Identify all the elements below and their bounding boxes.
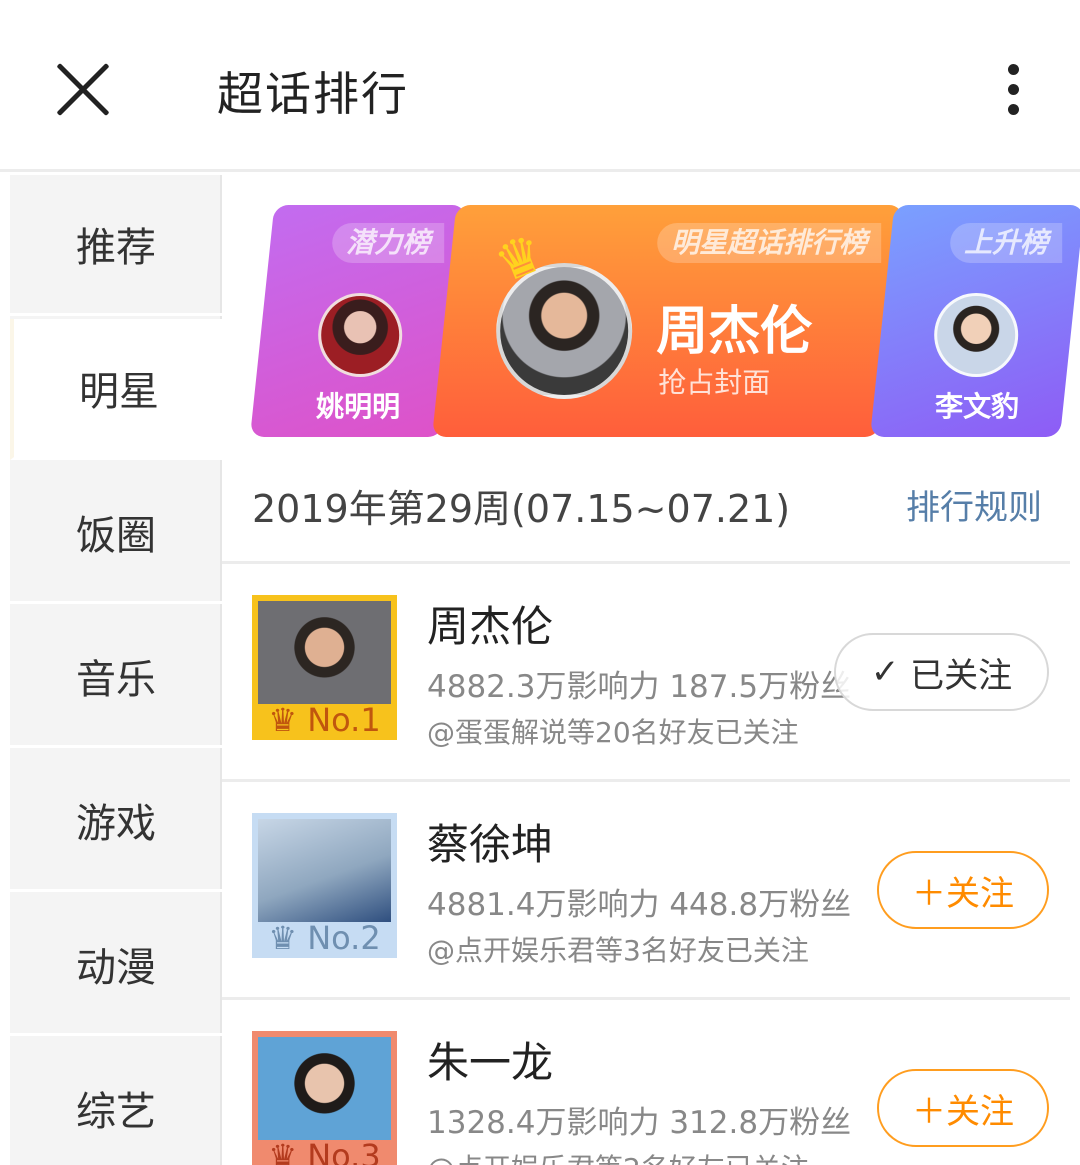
card-subtitle: 抢占封面 xyxy=(658,366,771,399)
star-ranking-card[interactable]: 明星超话排行榜 ♛ 周杰伦 抢占封面 xyxy=(432,205,904,437)
rank-badge: ♛ No.3 xyxy=(252,1136,397,1165)
followed-button[interactable]: ✓ 已关注 xyxy=(834,633,1049,711)
follow-button[interactable]: ＋关注 xyxy=(877,1069,1049,1147)
table-row[interactable]: ♛ No.2 蔡徐坤 4881.4万影响力 448.8万粉丝 @点开娱乐君等3名… xyxy=(222,781,1070,997)
avatar xyxy=(258,819,391,922)
influence-stats: 4881.4万影响力 448.8万粉丝 xyxy=(427,887,852,923)
friends-following: @点开娱乐君等2名好友已关注 xyxy=(427,1147,809,1165)
friends-following: @蛋蛋解说等20名好友已关注 xyxy=(427,716,799,749)
table-row[interactable]: ♛ No.3 朱一龙 1328.4万影响力 312.8万粉丝 @点开娱乐君等2名… xyxy=(222,999,1070,1165)
sidebar-item-recommend[interactable]: 推荐 xyxy=(10,175,222,316)
button-label: 关注 xyxy=(946,873,1014,914)
plus-icon: ＋ xyxy=(912,1091,946,1132)
rank-thumbnail: ♛ No.1 xyxy=(252,595,397,740)
close-icon[interactable] xyxy=(52,58,114,120)
rank-badge: ♛ No.2 xyxy=(252,918,397,958)
rank-label: No.3 xyxy=(307,1137,381,1165)
card-name: 周杰伦 xyxy=(656,302,813,362)
check-icon: ✓ xyxy=(870,652,900,692)
avatar xyxy=(318,293,403,377)
influence-stats: 1328.4万影响力 312.8万粉丝 xyxy=(427,1105,852,1141)
more-options-icon[interactable] xyxy=(996,60,1032,120)
star-name: 朱一龙 xyxy=(427,1038,554,1087)
card-tag: 明星超话排行榜 xyxy=(657,223,882,263)
avatar xyxy=(934,293,1019,377)
crown-icon: ♛ xyxy=(486,222,553,296)
crown-icon: ♛ xyxy=(268,1137,298,1165)
table-row[interactable]: ♛ No.1 周杰伦 4882.3万影响力 187.5万粉丝 @蛋蛋解说等20名… xyxy=(222,563,1070,779)
avatar xyxy=(258,601,391,704)
rank-badge: ♛ No.1 xyxy=(252,700,397,740)
star-name: 蔡徐坤 xyxy=(427,820,554,869)
rank-label: No.2 xyxy=(307,919,381,957)
card-name: 李文豹 xyxy=(935,390,1020,423)
card-name: 姚明明 xyxy=(316,390,401,423)
plus-icon: ＋ xyxy=(912,873,946,914)
button-label: 关注 xyxy=(946,1091,1014,1132)
rank-thumbnail: ♛ No.3 xyxy=(252,1031,397,1165)
card-tag: 上升榜 xyxy=(950,223,1063,263)
card-tag: 潜力榜 xyxy=(332,223,445,263)
category-sidebar: 推荐 明星 饭圈 音乐 游戏 动漫 综艺 xyxy=(10,175,224,1165)
rising-ranking-card[interactable]: 上升榜 李文豹 xyxy=(870,205,1080,437)
star-name: 周杰伦 xyxy=(427,602,554,651)
crown-icon: ♛ xyxy=(268,701,298,739)
avatar xyxy=(258,1037,391,1140)
button-label: 已关注 xyxy=(910,655,1013,696)
follow-button[interactable]: ＋关注 xyxy=(877,851,1049,929)
week-label: 2019年第29周(07.15~07.21) xyxy=(252,487,791,531)
rank-thumbnail: ♛ No.2 xyxy=(252,813,397,958)
sidebar-item-anime[interactable]: 动漫 xyxy=(10,895,222,1036)
sidebar-item-fandom[interactable]: 饭圈 xyxy=(10,463,222,604)
sidebar-item-games[interactable]: 游戏 xyxy=(10,751,222,892)
sidebar-item-variety[interactable]: 综艺 xyxy=(10,1039,222,1165)
influence-stats: 4882.3万影响力 187.5万粉丝 xyxy=(427,669,852,705)
sidebar-item-stars[interactable]: 明星 xyxy=(10,319,224,460)
sidebar-item-music[interactable]: 音乐 xyxy=(10,607,222,748)
top-bar: 超话排行 xyxy=(0,0,1080,172)
rank-label: No.1 xyxy=(307,701,381,739)
potential-ranking-card[interactable]: 潜力榜 姚明明 xyxy=(250,205,467,437)
ranking-rules-link[interactable]: 排行规则 xyxy=(906,480,1042,529)
friends-following: @点开娱乐君等3名好友已关注 xyxy=(427,934,809,967)
crown-icon: ♛ xyxy=(268,919,298,957)
page-title: 超话排行 xyxy=(217,67,409,121)
